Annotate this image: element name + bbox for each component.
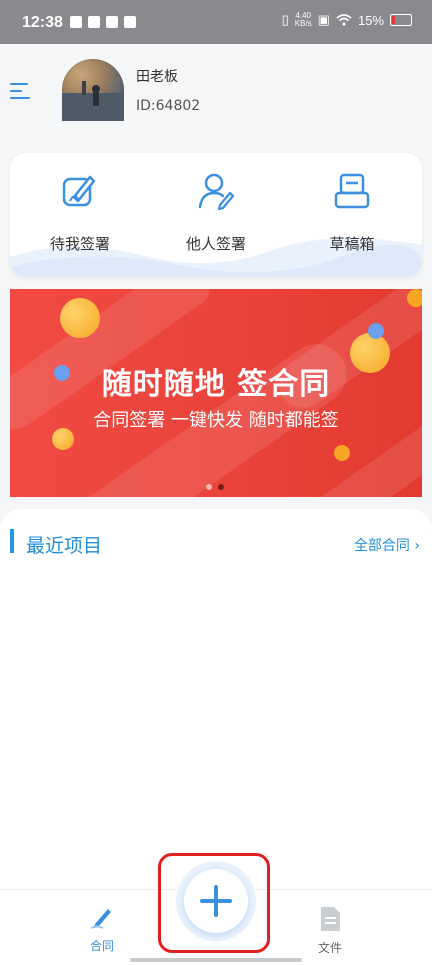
- menu-icon[interactable]: [10, 82, 32, 100]
- all-contracts-label: 全部合同: [353, 538, 410, 554]
- tab-files[interactable]: 文件: [312, 906, 348, 956]
- recent-projects-title: 最近项目: [26, 535, 103, 557]
- user-name: 田老板: [136, 69, 178, 85]
- promo-banner[interactable]: 随时随地 签合同 合同签署 一键快发 随时都能签: [10, 289, 422, 497]
- app-notification-icon: [124, 16, 136, 28]
- banner-pagination: [206, 484, 224, 490]
- avatar[interactable]: [62, 59, 124, 121]
- tab-contract-label: 合同: [89, 939, 114, 953]
- chevron-right-icon: ›: [414, 538, 420, 554]
- pen-icon: [90, 909, 111, 929]
- drafts-button[interactable]: 草稿箱: [292, 171, 412, 254]
- tiktok-icon: [70, 16, 82, 28]
- others-signature-label: 他人签署: [185, 235, 246, 253]
- banner-title: 随时随地 签合同: [101, 367, 331, 402]
- notification-icons: [70, 16, 136, 28]
- pending-my-signature-button[interactable]: 待我签署: [20, 171, 140, 254]
- decor-orb: [368, 323, 384, 339]
- status-bar: 12:38 ▯ 4.40 KB/s ▣ 15%: [0, 0, 432, 44]
- section-accent-bar: [10, 529, 14, 553]
- person-edit-icon: [198, 173, 235, 211]
- app-notification-icon: [106, 16, 118, 28]
- network-speed: 4.40 KB/s: [294, 11, 312, 28]
- decor-orb: [407, 289, 422, 307]
- app-notification-icon: [88, 16, 100, 28]
- battery-percent: 15%: [357, 12, 384, 28]
- banner-subtitle: 合同签署 一键快发 随时都能签: [93, 410, 339, 431]
- others-signature-button[interactable]: 他人签署: [156, 171, 276, 254]
- battery-icon: [390, 14, 412, 26]
- highlight-box: [158, 853, 270, 953]
- tab-contract[interactable]: 合同: [84, 904, 120, 954]
- status-time: 12:38: [22, 14, 63, 31]
- pending-my-signature-label: 待我签署: [49, 235, 110, 253]
- decor-orb: [334, 445, 350, 461]
- user-id: ID:64802: [136, 98, 201, 114]
- sim-icon: ▣: [317, 12, 330, 27]
- drafts-tray-icon: [334, 173, 370, 209]
- recent-projects-section: 最近项目 全部合同 ›: [0, 509, 432, 889]
- profile-header: 田老板 ID:64802: [0, 44, 432, 140]
- wifi-icon: [336, 14, 352, 26]
- decor-orb: [60, 298, 100, 338]
- pen-sign-icon: [62, 175, 96, 207]
- drafts-label: 草稿箱: [329, 235, 375, 253]
- pagination-dot-active[interactable]: [218, 484, 224, 490]
- tab-files-label: 文件: [317, 941, 342, 955]
- sign-actions-card: 待我签署 他人签署 草稿箱: [10, 153, 422, 277]
- file-icon: [321, 907, 340, 931]
- pagination-dot[interactable]: [206, 484, 212, 490]
- all-contracts-link[interactable]: 全部合同 ›: [354, 535, 420, 555]
- status-indicators: ▯ 4.40 KB/s ▣ 15%: [282, 12, 412, 28]
- gesture-bar: [130, 958, 302, 962]
- vibrate-icon: ▯: [281, 12, 289, 27]
